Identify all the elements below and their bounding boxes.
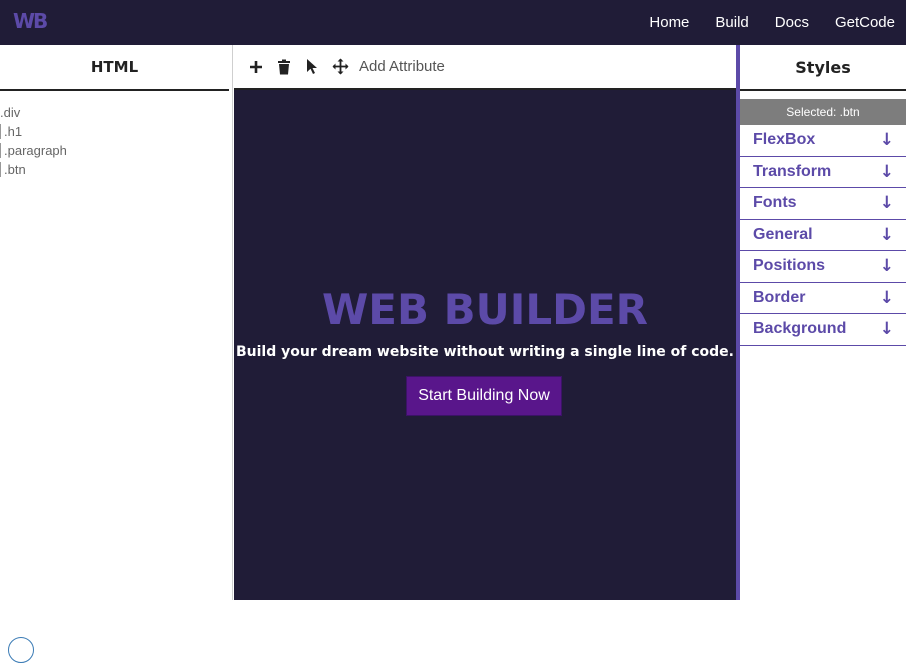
hero-subtitle[interactable]: Build your dream website without writing… [234,344,736,360]
element-tree: .div .h1 .paragraph .btn [0,103,67,179]
style-sections: FlexBox ↓ Transform ↓ Fonts ↓ General ↓ … [740,125,906,346]
hero-title[interactable]: WEB BUILDER [234,285,736,334]
arrow-down-icon[interactable]: ↓ [880,193,894,213]
style-section-label: Positions [753,257,826,275]
style-section-border[interactable]: Border ↓ [740,283,906,314]
top-navbar: WB Home Build Docs GetCode [0,0,906,45]
style-section-label: Background [753,320,847,338]
style-section-general[interactable]: General ↓ [740,220,906,251]
nav-home-link[interactable]: Home [649,14,689,31]
preview-canvas[interactable]: WEB BUILDER Build your dream website wit… [234,90,736,600]
arrow-down-icon[interactable]: ↓ [880,288,894,308]
arrow-down-icon[interactable]: ↓ [880,162,894,182]
trash-icon[interactable] [274,57,294,77]
styles-panel-title: Styles [740,45,906,91]
style-section-positions[interactable]: Positions ↓ [740,251,906,283]
style-section-label: Transform [753,162,832,180]
style-section-flexbox[interactable]: FlexBox ↓ [740,125,906,157]
pointer-icon[interactable] [302,57,322,77]
arrow-down-icon[interactable]: ↓ [880,319,894,339]
nav-build-link[interactable]: Build [715,14,748,31]
arrow-down-icon[interactable]: ↓ [880,130,894,150]
arrow-down-icon[interactable]: ↓ [880,256,894,276]
style-section-background[interactable]: Background ↓ [740,314,906,346]
tree-node-h1[interactable]: .h1 [0,122,67,141]
tree-node-btn[interactable]: .btn [0,160,67,179]
html-panel: HTML .div .h1 .paragraph .btn [0,45,233,663]
style-section-label: FlexBox [753,131,816,149]
help-icon[interactable] [8,637,34,663]
main-nav: Home Build Docs GetCode [649,0,895,45]
move-icon[interactable] [330,57,350,77]
styles-panel: Styles Selected: .btn FlexBox ↓ Transfor… [740,45,906,600]
logo[interactable]: WB [13,9,48,33]
start-building-button[interactable]: Start Building Now [406,376,562,416]
style-section-fonts[interactable]: Fonts ↓ [740,188,906,220]
style-section-label: Fonts [753,194,797,212]
editor-area: Add Attribute WEB BUILDER Build your dre… [234,45,736,600]
add-attribute-button[interactable]: Add Attribute [359,58,445,75]
arrow-down-icon[interactable]: ↓ [880,225,894,245]
editor-toolbar: Add Attribute [234,45,736,90]
tree-node-div[interactable]: .div [0,103,67,122]
html-panel-title: HTML [0,45,229,91]
tree-node-paragraph[interactable]: .paragraph [0,141,67,160]
plus-icon[interactable] [246,57,266,77]
nav-getcode-link[interactable]: GetCode [835,14,895,31]
nav-docs-link[interactable]: Docs [775,14,809,31]
style-section-label: General [753,225,813,243]
style-section-transform[interactable]: Transform ↓ [740,157,906,188]
style-section-label: Border [753,288,806,306]
selected-element-label: Selected: .btn [740,99,906,125]
